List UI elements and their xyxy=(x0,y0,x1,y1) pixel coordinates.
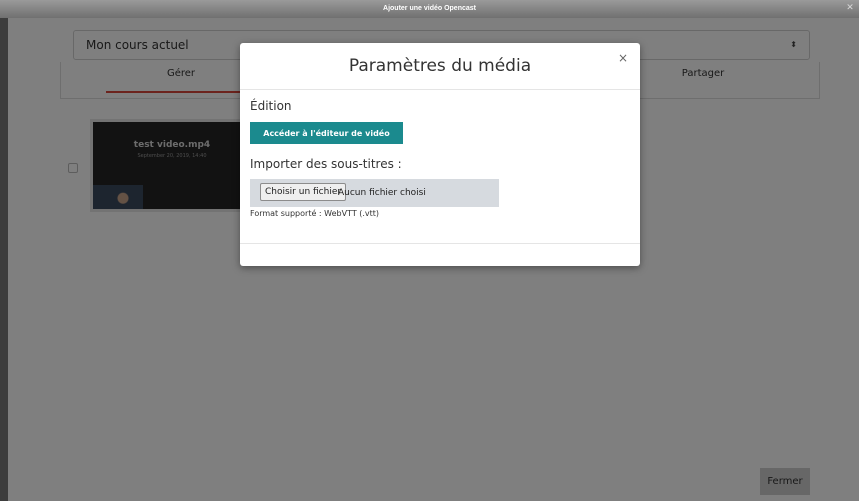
close-icon[interactable]: × xyxy=(618,51,628,65)
format-note: Format supporté : WebVTT (.vtt) xyxy=(250,209,380,218)
modal-header: Paramètres du média × xyxy=(240,43,640,90)
subtitles-heading: Importer des sous-titres : xyxy=(250,157,402,171)
media-settings-modal: Paramètres du média × Édition Accéder à … xyxy=(240,43,640,266)
video-editor-button[interactable]: Accéder à l'éditeur de vidéo xyxy=(250,122,403,144)
choose-file-button[interactable]: Choisir un fichier xyxy=(260,183,347,201)
window-title: Ajouter une vidéo Opencast xyxy=(383,5,476,12)
modal-title: Paramètres du média xyxy=(348,56,532,76)
modal-footer-divider xyxy=(240,243,640,244)
edit-heading: Édition xyxy=(250,99,292,113)
window-titlebar: Ajouter une vidéo Opencast ✕ xyxy=(0,0,859,18)
subtitle-file-input[interactable]: Choisir un fichier Aucun fichier choisi xyxy=(250,179,499,207)
file-status: Aucun fichier choisi xyxy=(338,188,426,198)
close-icon[interactable]: ✕ xyxy=(843,2,857,14)
